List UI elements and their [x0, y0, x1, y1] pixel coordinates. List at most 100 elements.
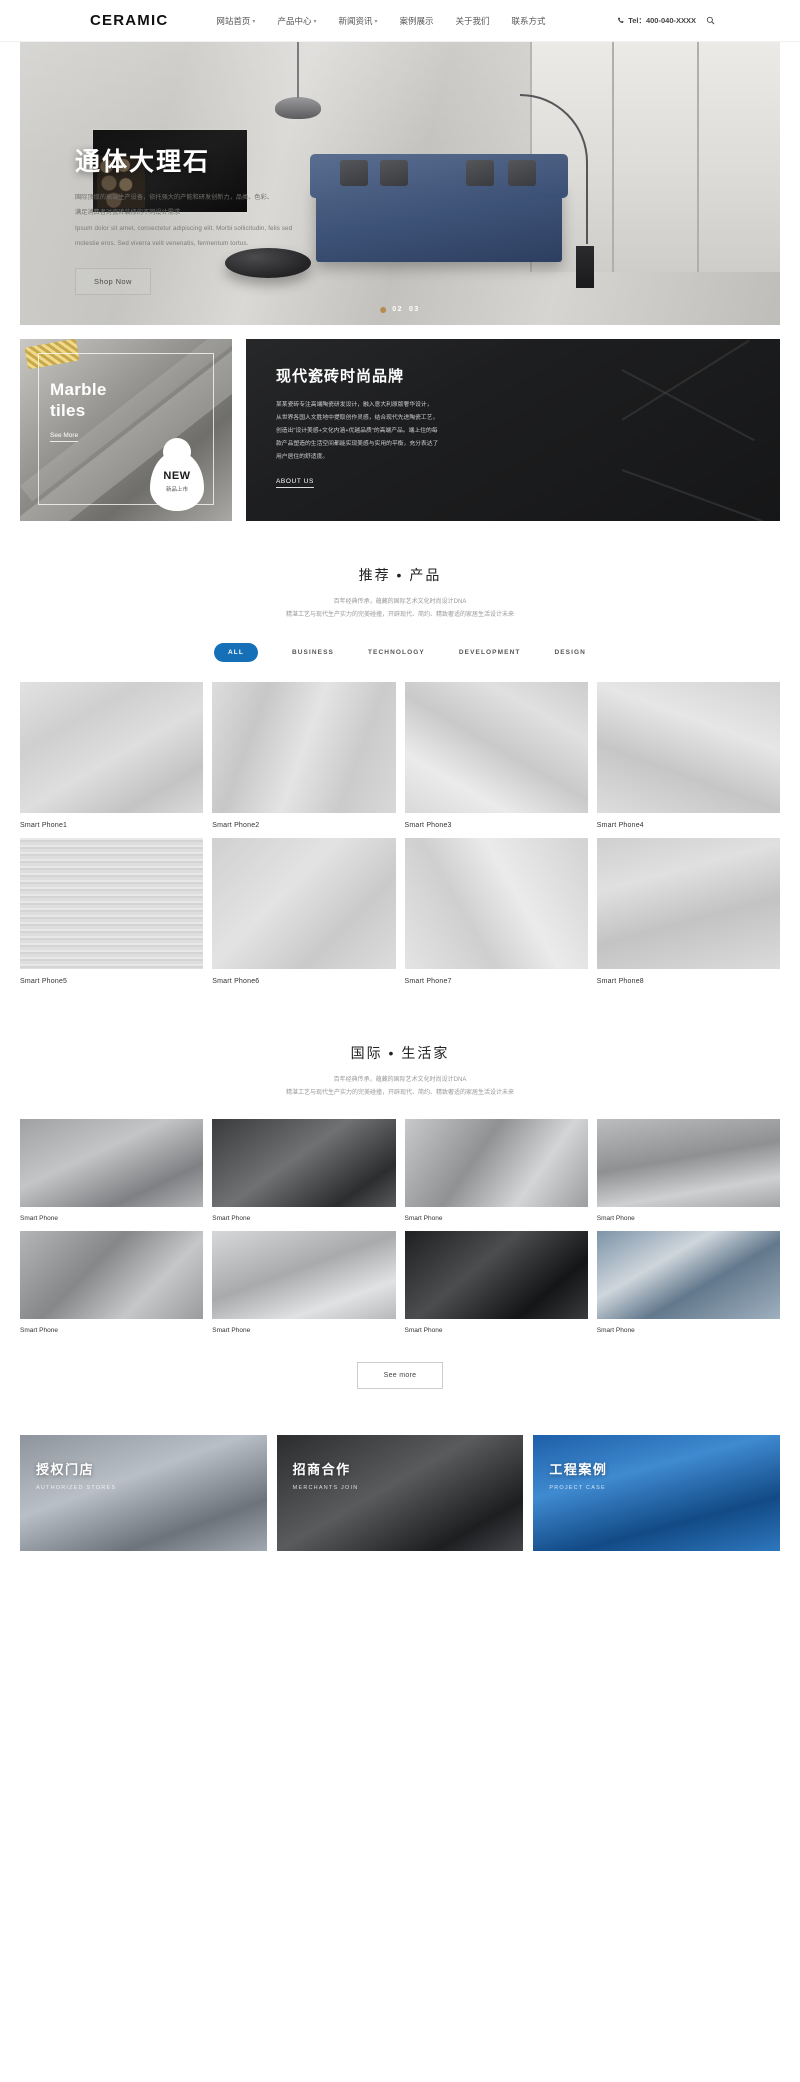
life-label: Smart Phone [404, 1215, 443, 1223]
new-badge-text: NEW [163, 469, 191, 482]
product-image [596, 838, 780, 970]
see-more-button[interactable]: See more [356, 1362, 444, 1390]
filter-tab-technology[interactable]: TECHNOLOGY [368, 649, 425, 656]
life-card[interactable]: Smart Phone [404, 1231, 588, 1334]
promo-cards: Marble tiles See More NEW 新品上市 现代瓷砖时尚品牌 … [20, 339, 780, 521]
nav-item-label: 关于我们 [455, 15, 490, 26]
nav-item-products[interactable]: 产品中心 ▾ [277, 15, 316, 27]
product-card[interactable]: Smart Phone2 [212, 682, 396, 829]
hero-slide-pager[interactable]: 02 03 [380, 306, 420, 313]
product-image [404, 682, 588, 814]
hero-title: 通体大理石 [75, 148, 211, 176]
nav-item-about[interactable]: 关于我们 [456, 15, 490, 27]
phone-icon [618, 17, 624, 23]
life-section-title: 国际 • 生活家 [350, 1045, 450, 1062]
product-label: Smart Phone5 [20, 978, 68, 986]
life-image [596, 1119, 780, 1208]
life-card[interactable]: Smart Phone [212, 1231, 396, 1335]
products-section: 推荐 • 产品 百年经典传承，蕴藏的国际艺术文化时尚设计DNA 精湛工艺与现代生… [0, 565, 800, 985]
promo-right-overlay: 现代瓷砖时尚品牌 某某瓷砖专注高端陶瓷研发设计，融入意大利原版奢华设计， 从世界… [246, 339, 780, 521]
site-header: CERAMIC 网站首页 ▾ 产品中心 ▾ 新闻资讯 ▾ 案例展示 关于我们 联… [0, 0, 800, 42]
banner-title: 招商合作 [292, 1462, 351, 1478]
nav-item-label: 网站首页 [216, 15, 251, 26]
life-card[interactable]: Smart Phone [596, 1231, 780, 1335]
banner-authorized-stores[interactable]: 授权门店 AUTHORIZED STORES [20, 1435, 267, 1552]
life-label: Smart Phone [596, 1215, 635, 1223]
product-card[interactable]: Smart Phone1 [20, 682, 204, 830]
product-image [212, 682, 396, 814]
life-card[interactable]: Smart Phone [212, 1119, 396, 1222]
nav-item-label: 案例展示 [399, 15, 434, 26]
pager-current: 02 [392, 306, 403, 313]
header-utilities: Tel：400-040-XXXX [617, 15, 715, 26]
product-label: Smart Phone7 [404, 978, 452, 986]
nav-item-label: 产品中心 [277, 15, 312, 26]
banner-subtitle: PROJECT CASE [549, 1485, 606, 1492]
product-card[interactable]: Smart Phone7 [404, 838, 588, 986]
promo-card-marble[interactable]: Marble tiles See More NEW 新品上市 [20, 339, 232, 521]
nav-item-cases[interactable]: 案例展示 [400, 15, 434, 27]
product-image [212, 838, 396, 970]
site-logo[interactable]: CERAMIC [90, 12, 168, 29]
nav-item-contact[interactable]: 联系方式 [512, 15, 546, 27]
filter-tab-business[interactable]: BUSINESS [292, 649, 334, 656]
banner-project-case[interactable]: 工程案例 PROJECT CASE [533, 1435, 781, 1552]
nav-item-home[interactable]: 网站首页 ▾ [216, 15, 255, 27]
banner-subtitle: MERCHANTS JOIN [292, 1485, 359, 1492]
main-nav: 网站首页 ▾ 产品中心 ▾ 新闻资讯 ▾ 案例展示 关于我们 联系方式 [216, 15, 545, 27]
product-image [20, 682, 204, 814]
about-us-link[interactable]: ABOUT US [276, 478, 314, 489]
chevron-down-icon: ▾ [252, 19, 256, 25]
product-card[interactable]: Smart Phone8 [596, 838, 780, 985]
life-card[interactable]: Smart Phone [20, 1231, 204, 1335]
see-more-link[interactable]: See More [50, 432, 79, 442]
life-label: Smart Phone [20, 1327, 58, 1335]
life-card[interactable]: Smart Phone [20, 1119, 204, 1222]
life-card[interactable]: Smart Phone [404, 1119, 588, 1223]
banner-subtitle: AUTHORIZED STORES [36, 1485, 117, 1492]
product-image [596, 682, 780, 814]
life-image [20, 1119, 204, 1208]
life-image [20, 1231, 204, 1320]
product-card[interactable]: Smart Phone3 [404, 682, 588, 829]
life-section: 国际 • 生活家 百年经典传承，蕴藏的国际艺术文化时尚设计DNA 精湛工艺与现代… [0, 1043, 800, 1390]
products-section-subtitle: 百年经典传承，蕴藏的国际艺术文化时尚设计DNA 精湛工艺与现代生产实力的完美碰撞… [0, 596, 800, 621]
product-card[interactable]: Smart Phone4 [596, 682, 780, 829]
filter-tab-all[interactable]: ALL [214, 643, 258, 663]
life-label: Smart Phone [596, 1327, 635, 1335]
product-card[interactable]: Smart Phone6 [212, 838, 396, 985]
hero-content: 通体大理石 国际顶级的高端生产设备，依托强大的产能和研发创新力，品类、色彩、 满… [75, 142, 375, 295]
promo-card-brand[interactable]: 现代瓷砖时尚品牌 某某瓷砖专注高端陶瓷研发设计，融入意大利原版奢华设计， 从世界… [246, 339, 780, 521]
promo-right-desc-3: 创造出"设计美感+文化内涵+优越品质"的高端产品。端上住的每 [276, 428, 438, 435]
life-image [404, 1231, 588, 1320]
filter-tab-development[interactable]: DEVELOPMENT [459, 649, 521, 656]
life-section-subtitle: 百年经典传承，蕴藏的国际艺术文化时尚设计DNA 精湛工艺与现代生产实力的完美碰撞… [0, 1074, 800, 1099]
promo-right-desc-2: 从世界各国人文胜地中提取创作灵感，结合现代先进陶瓷工艺， [276, 415, 439, 422]
life-image [404, 1119, 588, 1208]
hero-desc-en-1: Ipsum dolor sit amet, consectetur adipis… [75, 224, 293, 232]
search-icon[interactable] [706, 16, 715, 25]
life-image [212, 1231, 396, 1320]
nav-item-label: 联系方式 [511, 15, 546, 26]
product-label: Smart Phone1 [20, 822, 68, 830]
product-card[interactable]: Smart Phone5 [20, 838, 204, 986]
product-grid: Smart Phone1 Smart Phone2 Smart Phone3 S… [20, 682, 780, 985]
product-filter-tabs: ALL BUSINESS TECHNOLOGY DEVELOPMENT DESI… [0, 643, 800, 663]
shop-now-button[interactable]: Shop Now [75, 267, 151, 295]
nav-item-news[interactable]: 新闻资讯 ▾ [338, 15, 377, 27]
new-badge-subtext: 新品上市 [165, 486, 188, 493]
products-section-title: 推荐 • 产品 [358, 567, 442, 583]
chevron-down-icon: ▾ [313, 19, 317, 25]
banner-merchants-join[interactable]: 招商合作 MERCHANTS JOIN [276, 1435, 524, 1552]
life-card[interactable]: Smart Phone [596, 1119, 780, 1223]
header-telephone[interactable]: Tel：400-040-XXXX [617, 15, 696, 26]
filter-tab-design[interactable]: DESIGN [554, 649, 586, 656]
nav-item-label: 新闻资讯 [338, 15, 373, 26]
products-subtitle-line2: 精湛工艺与现代生产实力的完美碰撞，开辟现代、简约、精致奢适的家居生活设计未来 [285, 611, 514, 618]
pager-total: 03 [409, 306, 420, 313]
promo-title-line1: Marble [50, 380, 107, 399]
hero-desc-cn-2: 满足消费者对瓷砖装修的不同设计需求 [75, 209, 181, 217]
banner-title: 授权门店 [36, 1462, 95, 1478]
telephone-text: Tel：400-040-XXXX [628, 16, 696, 25]
life-label: Smart Phone [212, 1327, 251, 1335]
